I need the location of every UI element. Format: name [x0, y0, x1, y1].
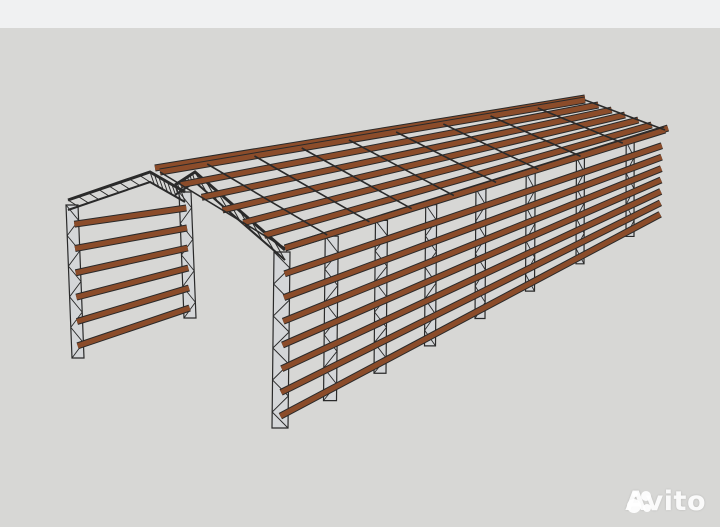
model-viewport: Avito: [0, 28, 720, 527]
warehouse-frame-illustration: [65, 94, 670, 429]
avito-logo-icon: [627, 491, 652, 513]
front-girt-0: [73, 205, 187, 227]
avito-watermark: Avito: [625, 486, 706, 517]
front-truss-bottom-chord: [67, 180, 186, 211]
front-girt-1: [74, 225, 188, 251]
header-strip: [0, 0, 720, 28]
screenshot-frame: Avito: [0, 0, 720, 527]
front-left-column: [65, 204, 85, 359]
